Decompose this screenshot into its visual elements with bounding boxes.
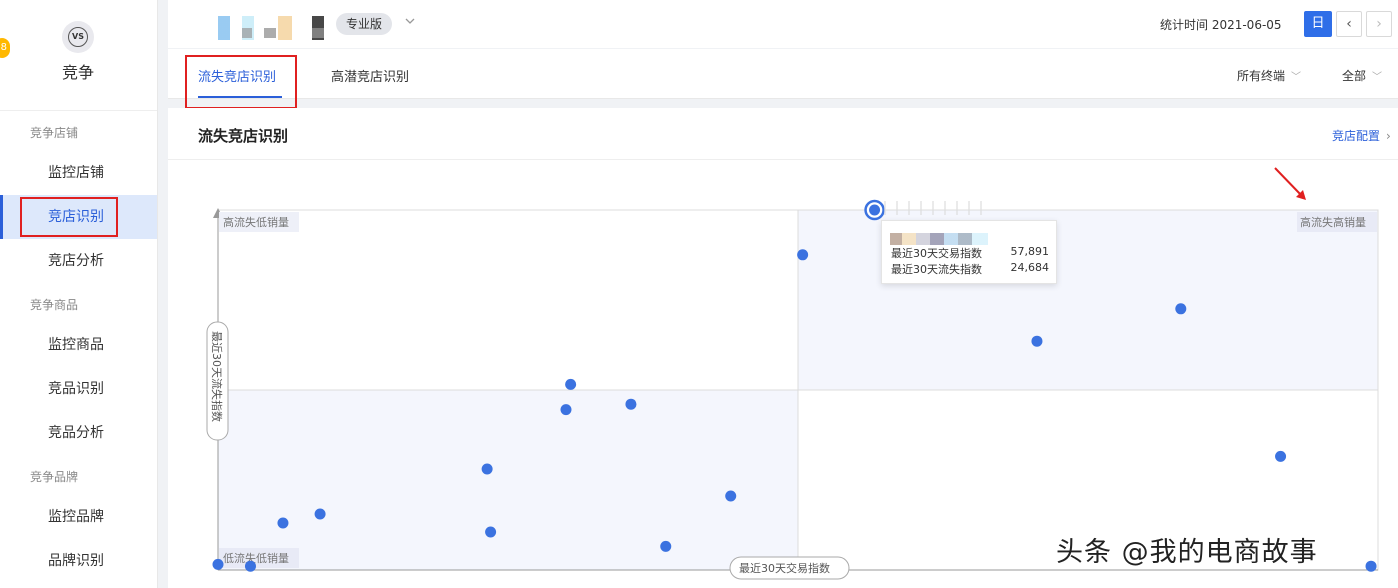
scatter-point[interactable] <box>625 398 637 410</box>
next-date-button[interactable]: › <box>1366 11 1392 37</box>
chevron-down-icon: ﹀ <box>1291 72 1302 83</box>
sidebar-group-shops: 竞争店铺 <box>30 126 79 140</box>
sidebar-item-brand-identify[interactable]: 品牌识别 <box>0 539 157 583</box>
sidebar-divider <box>0 110 157 111</box>
scatter-point[interactable] <box>1275 450 1287 462</box>
chevron-down-icon[interactable] <box>404 15 418 29</box>
terminal-filter[interactable]: 所有终端 ﹀ <box>1237 67 1301 84</box>
scatter-point[interactable] <box>660 540 672 552</box>
tooltip-churn-label: 最近30天流失指数 <box>891 263 982 276</box>
notification-badge: 8 <box>0 38 10 58</box>
quad-label-top-left: 高流失低销量 <box>223 215 289 229</box>
tooltip-row-churn: 最近30天流失指数 24,684 <box>891 261 1049 277</box>
scope-filter[interactable]: 全部 ﹀ <box>1342 67 1382 84</box>
chevron-right-icon: › <box>1386 129 1391 143</box>
sidebar-item-monitor-products[interactable]: 监控商品 <box>0 323 157 367</box>
tooltip-churn-value: 24,684 <box>1010 261 1050 274</box>
tab-bar: 流失竞店识别 高潜竞店识别 所有终端 ﹀ 全部 ﹀ <box>168 49 1398 99</box>
sidebar-item-product-analysis[interactable]: 竞品分析 <box>0 411 157 455</box>
sidebar-item-shop-analysis[interactable]: 竞店分析 <box>0 239 157 283</box>
stat-time: 统计时间 2021-06-05 <box>1160 18 1282 32</box>
x-axis-label: 最近30天交易指数 <box>739 561 830 575</box>
sidebar-item-monitor-brands[interactable]: 监控品牌 <box>0 495 157 539</box>
sidebar-group-brands: 竞争品牌 <box>30 470 79 484</box>
shop-name-redacted-2 <box>200 28 328 38</box>
sidebar: 8 VS 竞争 竞争店铺 监控店铺 竞店识别 竞店分析 竞争商品 监控商品 竞品… <box>0 0 158 588</box>
scatter-point[interactable] <box>277 517 289 529</box>
edition-badge[interactable]: 专业版 <box>336 13 393 35</box>
shop-config-label: 竞店配置 <box>1332 129 1381 143</box>
tab-potential-shops[interactable]: 高潜竞店识别 <box>331 66 409 85</box>
chart-tooltip: 最近30天交易指数 57,891 最近30天流失指数 24,684 <box>881 220 1057 284</box>
top-header: 专业版 统计时间 2021-06-05 日 ‹ › <box>168 0 1398 48</box>
highlighted-point[interactable] <box>869 204 881 216</box>
sidebar-item-monitor-shops[interactable]: 监控店铺 <box>0 151 157 195</box>
vs-logo-text: VS <box>68 27 88 47</box>
tooltip-row-trade: 最近30天交易指数 57,891 <box>891 245 1049 261</box>
terminal-filter-label: 所有终端 <box>1237 69 1286 83</box>
scatter-point[interactable] <box>1031 335 1043 347</box>
watermark: 头条 @我的电商故事 <box>1056 537 1318 568</box>
tooltip-trade-label: 最近30天交易指数 <box>891 247 982 260</box>
tooltip-shop-name-redacted <box>890 233 988 245</box>
quad-label-bottom-left: 低流失低销量 <box>223 551 289 565</box>
scatter-point[interactable] <box>1365 560 1377 572</box>
day-button[interactable]: 日 <box>1304 11 1332 37</box>
scope-filter-label: 全部 <box>1342 69 1367 83</box>
quadrant-bottom-left-bg <box>218 390 798 570</box>
tab-churn-shops[interactable]: 流失竞店识别 <box>198 66 276 85</box>
scatter-point[interactable] <box>565 378 577 390</box>
quad-label-top-right: 高流失高销量 <box>1300 215 1366 229</box>
prev-date-button[interactable]: ‹ <box>1336 11 1362 37</box>
active-tab-indicator <box>198 96 282 98</box>
sidebar-item-shop-identify[interactable]: 竞店识别 <box>0 195 157 239</box>
scatter-point[interactable] <box>485 526 497 538</box>
panel-divider <box>168 159 1398 160</box>
sidebar-title: 竞争 <box>61 63 94 82</box>
scatter-point[interactable] <box>212 558 224 570</box>
chevron-down-icon: ﹀ <box>1372 72 1383 83</box>
scatter-point[interactable] <box>244 560 256 572</box>
sidebar-item-product-identify[interactable]: 竞品识别 <box>0 367 157 411</box>
panel-title: 流失竞店识别 <box>198 127 289 145</box>
scatter-point[interactable] <box>725 490 737 502</box>
shop-config-link[interactable]: 竞店配置 › <box>1332 127 1391 144</box>
y-axis-label: 最近30天流失指数 <box>210 331 224 422</box>
scatter-point[interactable] <box>314 508 326 520</box>
tooltip-trade-value: 57,891 <box>1010 245 1050 258</box>
scatter-point[interactable] <box>797 249 809 261</box>
scatter-point[interactable] <box>481 463 493 475</box>
scatter-point[interactable] <box>1175 303 1187 315</box>
scatter-point[interactable] <box>560 404 572 416</box>
vs-logo-icon: VS <box>62 21 94 53</box>
hovered-shop-name-redacted <box>884 201 984 215</box>
sidebar-group-products: 竞争商品 <box>30 298 79 312</box>
